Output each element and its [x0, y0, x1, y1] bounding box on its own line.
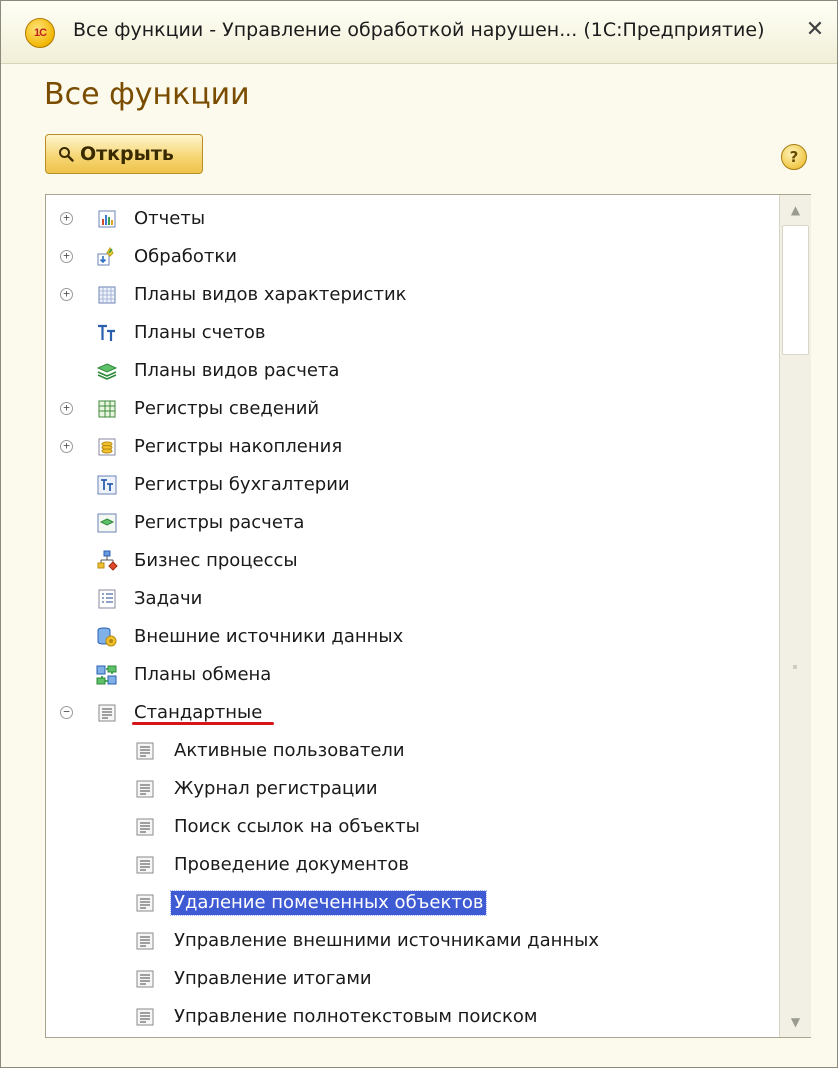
tree-item-label: Планы видов расчета [134, 360, 340, 381]
tree-item-reports[interactable]: + Отчеты [46, 201, 776, 237]
calculation-register-icon [97, 513, 117, 533]
tree-item-label-selected: Удаление помеченных объектов [169, 890, 488, 916]
form-icon [136, 894, 154, 912]
data-processor-icon [97, 247, 114, 266]
business-process-icon [97, 550, 118, 571]
scroll-up-button[interactable]: ▲ [780, 195, 811, 225]
expand-icon[interactable]: + [60, 250, 73, 263]
tree-item-label: Управление полнотекстовым поиском [174, 1006, 538, 1027]
form-icon [136, 818, 154, 836]
functions-tree[interactable]: + Отчеты + Обработки + Планы видов харак… [45, 194, 811, 1038]
characteristic-types-icon [98, 286, 116, 304]
external-data-source-icon [97, 627, 117, 647]
tree-item-label: Управление итогами [174, 968, 372, 989]
tree-item-label: Поиск ссылок на объекты [174, 816, 420, 837]
exchange-plan-icon [96, 665, 117, 685]
tree-item-label: Отчеты [134, 208, 206, 229]
app-logo-icon[interactable]: 1С [25, 18, 55, 48]
form-icon [136, 856, 154, 874]
scroll-grip-icon [793, 665, 797, 669]
window-title: Все функции - Управление обработкой нару… [73, 19, 765, 41]
tree-child-event-log[interactable]: Журнал регистрации [46, 771, 776, 807]
tree-item-label: Обработки [134, 246, 237, 267]
highlight-underline [132, 722, 274, 725]
expand-icon[interactable]: + [60, 288, 73, 301]
tree-item-label: Регистры сведений [134, 398, 320, 419]
form-icon [136, 780, 154, 798]
tree-item-label: Управление внешними источниками данных [174, 930, 600, 951]
tree-item-label: Журнал регистрации [174, 778, 378, 799]
expand-icon[interactable]: + [60, 212, 73, 225]
tree-item-label: Бизнес процессы [134, 550, 298, 571]
tree-item-calculation-types[interactable]: Планы видов расчета [46, 353, 776, 389]
calculation-types-icon [96, 363, 118, 380]
form-icon [136, 970, 154, 988]
page-title: Все функции [44, 77, 250, 112]
tree-item-chart-of-accounts[interactable]: Планы счетов [46, 315, 776, 351]
tree-item-characteristic-types[interactable]: + Планы видов характеристик [46, 277, 776, 313]
app-logo-text: 1С [33, 27, 47, 39]
tree-item-accounting-registers[interactable]: Регистры бухгалтерии [46, 467, 776, 503]
scroll-down-button[interactable]: ▼ [780, 1007, 811, 1037]
open-button-label: Открыть [80, 143, 174, 165]
tree-child-active-users[interactable]: Активные пользователи [46, 733, 776, 769]
tree-child-fulltext-search-management[interactable]: Управление полнотекстовым поиском [46, 999, 776, 1035]
information-register-icon [98, 400, 116, 418]
main-window: 1С Все функции - Управление обработкой н… [0, 0, 838, 1068]
tree-item-label: Планы обмена [134, 664, 272, 685]
tree-item-label: Планы счетов [134, 322, 266, 343]
magnifier-icon [59, 147, 74, 162]
tree-item-label: Внешние источники данных [134, 626, 404, 647]
tree-item-standard[interactable]: − Стандартные [46, 695, 776, 731]
form-icon [136, 742, 154, 760]
tree-item-label: Задачи [134, 588, 203, 609]
tree-child-document-posting[interactable]: Проведение документов [46, 847, 776, 883]
scroll-thumb[interactable] [782, 225, 809, 355]
report-icon [98, 210, 116, 228]
open-button[interactable]: Открыть [45, 134, 203, 174]
form-icon [136, 932, 154, 950]
tree-item-label: Регистры бухгалтерии [134, 474, 350, 495]
title-bar[interactable]: 1С Все функции - Управление обработкой н… [1, 1, 837, 64]
tree-item-accumulation-registers[interactable]: + Регистры накопления [46, 429, 776, 465]
vertical-scrollbar[interactable]: ▲ ▼ [779, 195, 811, 1037]
tree-item-business-processes[interactable]: Бизнес процессы [46, 543, 776, 579]
tree-child-external-sources-management[interactable]: Управление внешними источниками данных [46, 923, 776, 959]
tree-item-label: Активные пользователи [174, 740, 405, 761]
tree-child-delete-marked-objects[interactable]: Удаление помеченных объектов [46, 885, 776, 921]
tree-item-calculation-registers[interactable]: Регистры расчета [46, 505, 776, 541]
accumulation-register-icon [98, 438, 116, 456]
task-icon [98, 589, 116, 609]
expand-icon[interactable]: + [60, 440, 73, 453]
tree-item-label: Регистры расчета [134, 512, 305, 533]
accounting-register-icon [97, 475, 117, 495]
tree-item-exchange-plans[interactable]: Планы обмена [46, 657, 776, 693]
chart-of-accounts-icon [98, 324, 115, 341]
tree-item-tasks[interactable]: Задачи [46, 581, 776, 617]
collapse-icon[interactable]: − [60, 706, 73, 719]
tree-item-data-processors[interactable]: + Обработки [46, 239, 776, 275]
tree-item-label: Планы видов характеристик [134, 284, 407, 305]
close-button[interactable]: ✕ [801, 15, 829, 45]
expand-icon[interactable]: + [60, 402, 73, 415]
tree-item-external-data-sources[interactable]: Внешние источники данных [46, 619, 776, 655]
tree-item-label: Проведение документов [174, 854, 409, 875]
standard-group-icon [98, 704, 116, 722]
tree-item-information-registers[interactable]: + Регистры сведений [46, 391, 776, 427]
tree-child-totals-management[interactable]: Управление итогами [46, 961, 776, 997]
tree-item-label: Регистры накопления [134, 436, 343, 457]
tree-child-find-references[interactable]: Поиск ссылок на объекты [46, 809, 776, 845]
form-icon [136, 1008, 154, 1026]
help-button[interactable]: ? [781, 144, 807, 170]
